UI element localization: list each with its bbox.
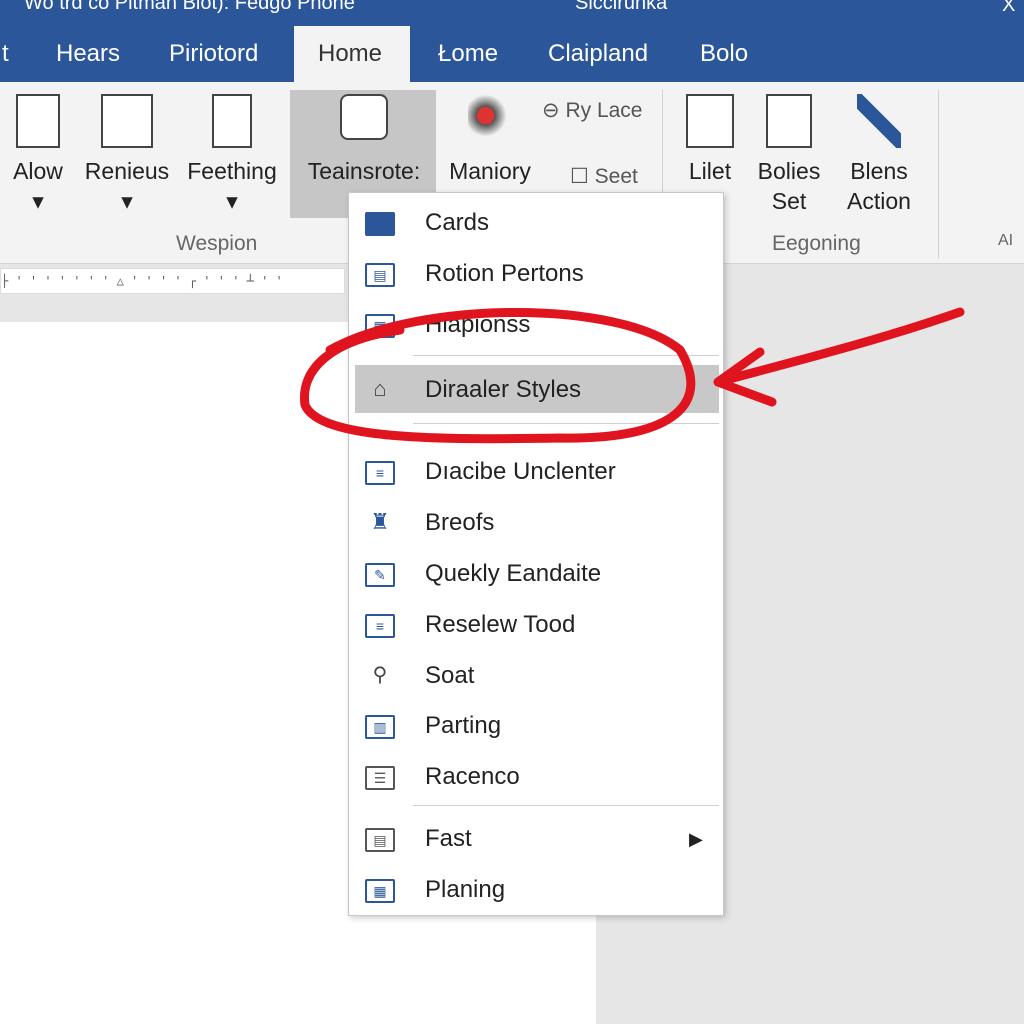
annotation-overlay xyxy=(299,307,965,444)
annotation-circle xyxy=(299,308,696,444)
annotation-arrow xyxy=(713,307,965,407)
